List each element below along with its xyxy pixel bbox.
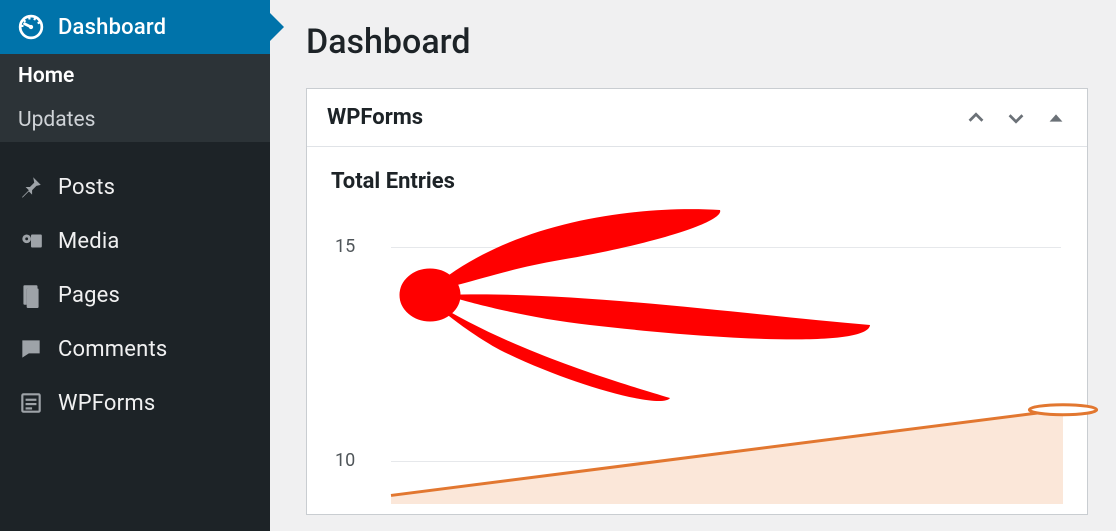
chart-title: Total Entries (331, 169, 1063, 194)
widget-controls (965, 107, 1067, 129)
admin-sidebar: Dashboard Home Updates Posts Media Pages (0, 0, 270, 531)
widget-body: Total Entries 10 15 (307, 147, 1087, 514)
main-content: Dashboard WPForms Total Entries 10 15 (270, 0, 1116, 531)
media-icon (18, 228, 44, 254)
entries-chart: 10 15 (331, 204, 1063, 504)
sidebar-item-label: Media (58, 229, 120, 254)
sidebar-item-pages[interactable]: Pages (0, 268, 270, 322)
sidebar-submenu: Home Updates (0, 54, 270, 142)
sidebar-item-dashboard[interactable]: Dashboard (0, 0, 270, 54)
chart-ytick: 15 (335, 236, 355, 257)
comment-icon (18, 336, 44, 362)
sidebar-item-label: Comments (58, 337, 167, 362)
widget-move-up-icon[interactable] (965, 107, 987, 129)
sidebar-item-wpforms[interactable]: WPForms (0, 376, 270, 430)
dashboard-icon (18, 14, 44, 40)
widget-toggle-icon[interactable] (1045, 107, 1067, 129)
pin-icon (18, 174, 44, 200)
chart-ytick: 10 (335, 450, 355, 471)
widget-title: WPForms (327, 105, 423, 130)
sidebar-item-comments[interactable]: Comments (0, 322, 270, 376)
page-title: Dashboard (306, 22, 1088, 62)
sidebar-item-label: Posts (58, 175, 115, 200)
sidebar-item-label: Dashboard (58, 15, 166, 40)
widget-move-down-icon[interactable] (1005, 107, 1027, 129)
sidebar-separator (0, 142, 270, 160)
wpforms-widget: WPForms Total Entries 10 15 (306, 88, 1088, 515)
widget-header: WPForms (307, 89, 1087, 147)
pages-icon (18, 282, 44, 308)
sidebar-item-label: WPForms (58, 391, 155, 416)
sidebar-sub-home[interactable]: Home (0, 54, 270, 98)
wpforms-icon (18, 390, 44, 416)
sidebar-item-media[interactable]: Media (0, 214, 270, 268)
sidebar-sub-updates[interactable]: Updates (0, 98, 270, 142)
sidebar-item-posts[interactable]: Posts (0, 160, 270, 214)
sidebar-item-label: Pages (58, 283, 120, 308)
